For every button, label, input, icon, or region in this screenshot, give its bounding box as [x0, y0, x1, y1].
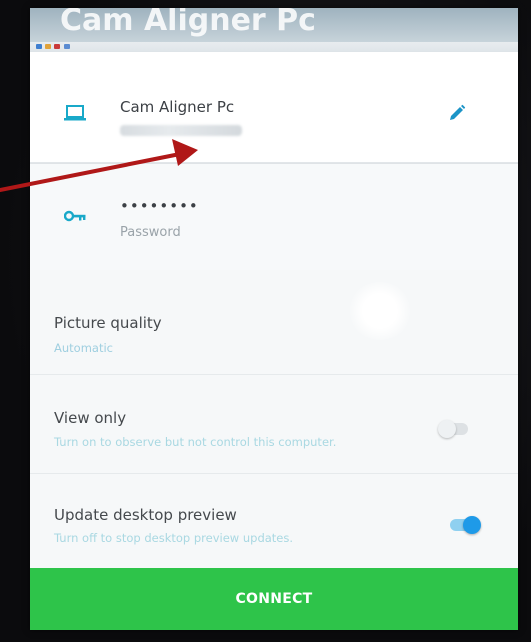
preview-dot: [45, 44, 51, 49]
toggle-knob: [438, 420, 456, 438]
password-label: Password: [120, 225, 181, 240]
desktop-preview-strip: [30, 42, 518, 52]
picture-quality-setting[interactable]: Picture quality Automatic: [30, 270, 518, 375]
connection-card: Cam Aligner Pc •••••••• Password: [30, 52, 518, 270]
view-only-setting[interactable]: View only Turn on to observe but not con…: [30, 375, 518, 474]
computer-address-blurred: [120, 125, 242, 136]
picture-quality-title: Picture quality: [54, 314, 162, 332]
preview-dot: [36, 44, 42, 49]
update-preview-title: Update desktop preview: [54, 506, 237, 524]
update-preview-setting[interactable]: Update desktop preview Turn off to stop …: [30, 474, 518, 568]
toggle-knob: [463, 516, 481, 534]
pencil-icon[interactable]: [448, 104, 466, 126]
connect-button[interactable]: CONNECT: [30, 568, 518, 630]
header-title: Cam Aligner Pc: [60, 8, 316, 38]
update-preview-toggle[interactable]: [450, 516, 481, 534]
view-only-title: View only: [54, 409, 127, 427]
update-preview-description: Turn off to stop desktop preview updates…: [54, 531, 294, 545]
key-icon: [63, 207, 86, 226]
preview-dot: [64, 44, 70, 49]
password-row[interactable]: •••••••• Password: [30, 163, 518, 270]
device-screen: Cam Aligner Pc Cam Aligner Pc •••••••• P…: [30, 8, 518, 630]
settings-list: Picture quality Automatic View only Turn…: [30, 270, 518, 568]
view-only-toggle[interactable]: [438, 420, 468, 438]
view-only-description: Turn on to observe but not control this …: [54, 435, 337, 449]
screen-header: Cam Aligner Pc: [30, 8, 518, 42]
preview-dot: [54, 44, 60, 49]
password-field[interactable]: ••••••••: [120, 197, 199, 215]
computer-name: Cam Aligner Pc: [120, 98, 235, 116]
laptop-icon: [64, 104, 86, 126]
computer-row: Cam Aligner Pc: [30, 68, 518, 163]
picture-quality-value: Automatic: [54, 341, 113, 355]
